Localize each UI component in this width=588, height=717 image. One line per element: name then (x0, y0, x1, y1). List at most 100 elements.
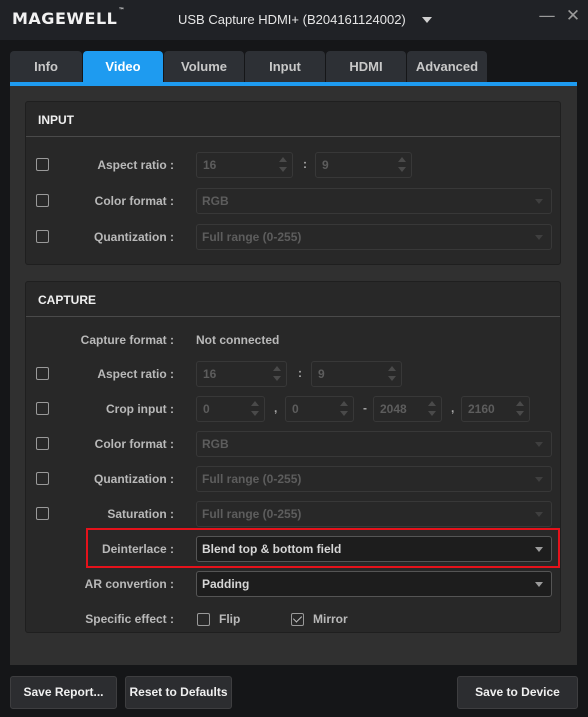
crop-y-spinbox[interactable]: 0 (285, 396, 354, 422)
crop-input-label: Crop input : (106, 402, 174, 416)
capture-quantization-checkbox[interactable] (36, 472, 49, 485)
input-color-format-select[interactable]: RGB (196, 188, 552, 214)
capture-color-format-select[interactable]: RGB (196, 431, 552, 457)
input-aspect-ratio-row: Aspect ratio : 16 : 9 (26, 152, 562, 178)
spinbox-value: 16 (203, 158, 217, 172)
chevron-down-icon (535, 547, 543, 552)
chevron-down-icon (535, 477, 543, 482)
crop-width-spinbox[interactable]: 2048 (373, 396, 442, 422)
spin-arrows-icon[interactable] (398, 157, 406, 173)
tab-info[interactable]: Info (10, 51, 82, 83)
select-value: Padding (202, 577, 250, 591)
spin-arrows-icon[interactable] (340, 401, 348, 417)
select-value: Full range (0-255) (202, 230, 302, 244)
select-value: RGB (202, 194, 229, 208)
flip-label: Flip (219, 612, 241, 626)
input-group-title: INPUT (26, 102, 560, 137)
minimize-icon: — (538, 6, 556, 26)
capture-quantization-select[interactable]: Full range (0-255) (196, 466, 552, 492)
capture-aspect-ratio-checkbox[interactable] (36, 367, 49, 380)
minimize-button[interactable]: — (537, 6, 557, 26)
spinbox-value: 0 (203, 402, 210, 416)
logo-text: MAGEWELL (12, 9, 118, 28)
save-to-device-button[interactable]: Save to Device (457, 676, 578, 709)
spinbox-value: 0 (292, 402, 299, 416)
mirror-option[interactable]: Mirror (291, 606, 348, 632)
reset-defaults-button[interactable]: Reset to Defaults (125, 676, 232, 709)
capture-color-format-checkbox[interactable] (36, 437, 49, 450)
crop-input-checkbox[interactable] (36, 402, 49, 415)
spinbox-value: 2048 (380, 402, 407, 416)
mirror-checkbox[interactable] (291, 612, 304, 626)
title-bar: MAGEWELL™ USB Capture HDMI+ (B2041611240… (0, 0, 588, 40)
spin-arrows-icon[interactable] (273, 366, 281, 382)
capture-format-value: Not connected (196, 333, 280, 347)
select-value: RGB (202, 437, 229, 451)
saturation-label: Saturation : (107, 507, 174, 521)
chevron-down-icon (535, 512, 543, 517)
specific-effect-label: Specific effect : (85, 612, 174, 626)
capture-quantization-label: Quantization : (94, 472, 174, 486)
spinbox-value: 16 (203, 367, 217, 381)
spin-arrows-icon[interactable] (279, 157, 287, 173)
ar-conversion-select[interactable]: Padding (196, 571, 552, 597)
select-value: Blend top & bottom field (202, 542, 342, 556)
capture-group-title: CAPTURE (26, 282, 560, 317)
flip-checkbox[interactable] (197, 612, 210, 626)
spin-arrows-icon[interactable] (388, 366, 396, 382)
deinterlace-label: Deinterlace : (101, 542, 174, 556)
ratio-separator: : (303, 157, 307, 171)
spinbox-value: 9 (322, 158, 329, 172)
tab-hdmi[interactable]: HDMI (326, 51, 406, 83)
input-aspect-height-spinbox[interactable]: 9 (315, 152, 412, 178)
tab-advanced[interactable]: Advanced (407, 51, 487, 83)
input-color-format-checkbox[interactable] (36, 194, 49, 207)
chevron-down-icon (421, 16, 432, 23)
input-aspect-width-spinbox[interactable]: 16 (196, 152, 293, 178)
input-color-format-row: Color format : RGB (26, 188, 562, 214)
input-quantization-checkbox[interactable] (36, 230, 49, 243)
crop-input-row: Crop input : 0 , 0 - 2048 , 2160 (26, 396, 562, 422)
device-selector[interactable]: USB Capture HDMI+ (B204161124002) (178, 12, 432, 27)
specific-effect-row: Specific effect : Flip Mirror (26, 606, 562, 632)
chevron-down-icon (535, 582, 543, 587)
spin-arrows-icon[interactable] (516, 401, 524, 417)
crop-separator: , (274, 401, 278, 415)
magewell-logo: MAGEWELL™ (12, 7, 125, 28)
spin-arrows-icon[interactable] (428, 401, 436, 417)
capture-color-format-label: Color format : (94, 437, 174, 451)
save-report-button[interactable]: Save Report... (10, 676, 117, 709)
crop-x-spinbox[interactable]: 0 (196, 396, 265, 422)
spin-arrows-icon[interactable] (251, 401, 259, 417)
crop-separator: , (451, 401, 455, 415)
chevron-down-icon (535, 235, 543, 240)
tab-volume[interactable]: Volume (164, 51, 244, 83)
spinbox-value: 2160 (468, 402, 495, 416)
saturation-checkbox[interactable] (36, 507, 49, 520)
capture-aspect-height-spinbox[interactable]: 9 (311, 361, 402, 387)
capture-aspect-width-spinbox[interactable]: 16 (196, 361, 287, 387)
capture-format-row: Capture format : Not connected (26, 327, 562, 353)
close-button[interactable]: ✕ (563, 6, 583, 26)
tab-input[interactable]: Input (245, 51, 325, 83)
spinbox-value: 9 (318, 367, 325, 381)
input-aspect-ratio-checkbox[interactable] (36, 158, 49, 171)
deinterlace-select[interactable]: Blend top & bottom field (196, 536, 552, 562)
flip-option[interactable]: Flip (197, 606, 240, 632)
saturation-row: Saturation : Full range (0-255) (26, 501, 562, 527)
input-group: INPUT Aspect ratio : 16 : 9 Color format… (25, 101, 561, 265)
ar-conversion-label: AR convertion : (84, 577, 174, 591)
capture-format-label: Capture format : (80, 333, 174, 347)
capture-aspect-ratio-label: Aspect ratio : (97, 367, 174, 381)
mirror-label: Mirror (313, 612, 348, 626)
crop-height-spinbox[interactable]: 2160 (461, 396, 530, 422)
chevron-down-icon (535, 442, 543, 447)
input-quantization-select[interactable]: Full range (0-255) (196, 224, 552, 250)
select-value: Full range (0-255) (202, 472, 302, 486)
capture-group: CAPTURE Capture format : Not connected A… (25, 281, 561, 633)
tab-video[interactable]: Video (83, 51, 163, 83)
device-name: USB Capture HDMI+ (B204161124002) (178, 12, 406, 27)
input-quantization-row: Quantization : Full range (0-255) (26, 224, 562, 250)
saturation-select[interactable]: Full range (0-255) (196, 501, 552, 527)
capture-aspect-ratio-row: Aspect ratio : 16 : 9 (26, 361, 562, 387)
